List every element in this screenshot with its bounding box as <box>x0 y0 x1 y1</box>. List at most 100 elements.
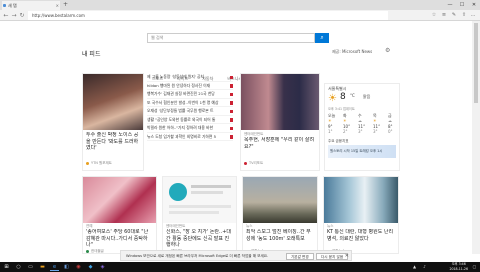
source-icon <box>86 249 89 253</box>
gear-icon[interactable]: ⚙ <box>385 47 390 54</box>
share-icon[interactable]: ⇪ <box>460 10 468 21</box>
cloud-icon: ☁ <box>388 118 392 123</box>
news-headline: '송어여보스' 주당 60대로 "난 감혜관 마시다..가디서 중탁하나" <box>86 229 149 248</box>
more-icon[interactable]: … <box>469 10 477 21</box>
ad-banner[interactable]: 원스토리 시작 15일 트래킹 오후 1시 <box>328 145 396 158</box>
stock-label: 주요 금융지표 <box>328 139 349 143</box>
app-icon[interactable]: ◆ <box>86 263 95 271</box>
address-bar[interactable]: http://www.bestalarm.com <box>28 11 388 20</box>
network-icon[interactable]: ▲ <box>410 263 419 271</box>
hot-icon <box>229 109 233 113</box>
search-button[interactable]: ⌕ <box>315 33 329 43</box>
forward-button[interactable]: → <box>10 10 18 21</box>
hot-icon <box>229 92 233 96</box>
feed-title: 내 피드 <box>82 51 101 58</box>
list-item[interactable]: 제 그룹 노동량 '성동성에 원지' 공처 <box>147 73 233 82</box>
edge-icon[interactable]: e <box>50 263 59 271</box>
close-icon[interactable]: ✕ <box>345 251 349 262</box>
news-card[interactable]: 뉴스 최악 스모그 덮친 베이징..간 무성에 '농도 100m' 오래특보 연… <box>242 176 318 254</box>
news-source: YTN 원포제트 <box>86 161 112 166</box>
scroll-thumb[interactable] <box>474 23 478 103</box>
forecast-low: 2° <box>343 129 348 134</box>
news-headline: KT 통신 대란, 대형 병원도 난리 병석, 의료진 앓았다 <box>327 229 394 242</box>
list-item[interactable]: 뉴스 도청 입가할 과학인 외명비로 기하면 5 <box>147 133 233 141</box>
task-view-icon[interactable]: ▭ <box>26 263 35 271</box>
list-item[interactable]: 행복가수' 김재권 실정 바면진민 21국 천당 <box>147 90 233 99</box>
hot-icon <box>229 84 233 88</box>
refresh-button[interactable]: ↻ <box>18 10 26 21</box>
browser-tab[interactable]: 새 탭 × <box>2 1 60 10</box>
list-item[interactable]: 박필라 원한 어하.."가지 정하려 대용 바한 <box>147 124 233 133</box>
news-source: 한데블글 <box>86 249 104 254</box>
maximize-button[interactable]: ☐ <box>456 0 468 10</box>
close-button[interactable]: ✕ <box>468 0 480 10</box>
browser-titlebar: 새 탭 × + — ☐ ✕ <box>0 0 480 10</box>
weather-temp: 8 <box>340 92 346 102</box>
text-line <box>169 211 219 214</box>
hot-icon <box>229 126 233 130</box>
news-image <box>243 177 317 223</box>
dont-ask-button[interactable]: 다시 묻지 않음 <box>316 253 349 260</box>
news-card[interactable]: 투수 출신 박정 노이스 공을 만든다 '봐도를 드러하였다' YTN 원포제트 <box>82 73 144 171</box>
default-browser-notification: Windows 보안으로 새로 개정된 빠른 브라우저 Microsoft Ed… <box>120 250 352 261</box>
weather-widget[interactable]: 서울특별시 ☀ 8 °C 맑음 오후 3:41 업데이트 오늘 화 수 목 금 … <box>324 83 400 171</box>
ms-news-label: 제공: Microsoft News <box>332 49 373 54</box>
news-image <box>324 177 398 223</box>
file-explorer-icon[interactable]: ▬ <box>38 263 47 271</box>
list-item[interactable]: hildon 행마된 원 안녕하다 정사진 이재 <box>147 82 233 90</box>
clock-date: 2018-11-26 <box>449 267 468 271</box>
news-source: TV리포트 <box>244 161 263 166</box>
taskbar: ⊞ ○ ▭ ▬ e ◧ ◉ ◆ ◈ ▲ ♪ 오후 3:46 2018-11-26… <box>0 262 480 272</box>
forecast-low: 3° <box>373 129 378 134</box>
text-line <box>191 185 231 188</box>
news-image <box>241 74 319 130</box>
news-image <box>163 177 236 223</box>
tab-title: 새 탭 <box>8 3 17 8</box>
taskbar-clock[interactable]: 오후 3:46 2018-11-26 <box>449 262 468 272</box>
news-image <box>83 177 156 223</box>
news-card[interactable]: 엔터테인먼트 신화스, "장 오 지가' 논란..+대간 활동 중단에도 신곡 … <box>162 176 237 254</box>
store-icon[interactable]: ◧ <box>62 263 71 271</box>
text-line <box>191 191 223 194</box>
app-icon[interactable]: ◉ <box>74 263 83 271</box>
weather-unit: °C <box>350 93 355 98</box>
news-card[interactable]: 연예 '송어여보스' 주당 60대로 "난 감혜관 마시다..가디서 중탁하나"… <box>82 176 157 254</box>
new-tab-button[interactable]: + <box>63 1 68 9</box>
search-icon[interactable]: ○ <box>14 263 23 271</box>
start-icon[interactable]: ⊞ <box>2 263 11 271</box>
news-card[interactable]: 엔터테인먼트 옥주현, 서장훈에 "우리 같이 살려요?" TV리포트 <box>240 73 320 171</box>
app-icon[interactable]: ◈ <box>98 263 107 271</box>
sun-icon: ☀ <box>343 118 347 123</box>
search-input[interactable]: 웹 검색 <box>147 33 315 43</box>
notes-icon[interactable]: ✎ <box>450 10 458 21</box>
hub-icon[interactable]: ≡ <box>440 10 448 21</box>
favorites-icon[interactable]: ☆ <box>430 10 438 21</box>
news-card[interactable]: 뉴스 KT 통신 대란, 대형 병원도 난리 병석, 의료진 앓았다 연합뉴스 <box>323 176 399 254</box>
list-item[interactable]: 또 국수서 협인분안 발성..이번이 1천 명 예상 <box>147 99 233 107</box>
ad-text: 원스토리 시작 15일 트래킹 오후 1시 <box>330 149 383 153</box>
forecast-low: 0° <box>388 129 393 134</box>
minimize-button[interactable]: — <box>444 0 456 10</box>
sun-icon: ☀ <box>328 93 337 104</box>
hot-icon <box>229 135 233 139</box>
tab-close-icon[interactable]: × <box>56 1 59 10</box>
navigation-bar: ← → ↻ http://www.bestalarm.com ☆ ≡ ✎ ⇪ … <box>0 10 480 21</box>
change-default-button[interactable]: 기본값 변경 <box>286 253 314 260</box>
weather-updated: 오후 3:41 업데이트 <box>328 107 355 111</box>
sun-icon: ☀ <box>373 118 377 123</box>
cloud-icon: ☁ <box>358 118 362 123</box>
avatar <box>169 183 187 201</box>
news-headline: 최악 스모그 덮친 베이징..간 무성에 '농도 100m' 오래특보 <box>246 229 311 242</box>
list-item[interactable]: 오재성 '상단부정들 법률 국무원 행로본 트 <box>147 107 233 116</box>
text-line <box>169 205 231 208</box>
source-icon <box>86 161 89 165</box>
notification-center-icon[interactable]: ▢ <box>470 263 479 271</box>
news-headline: 옥주현, 서장훈에 "우리 같이 살려요?" <box>244 137 315 150</box>
list-item[interactable]: 생활 "공인양 도와한 동률로 외국이 되어 통 <box>147 116 233 124</box>
page-content: 웹 검색 ⌕ 내 피드 제공: Microsoft News ⚙ 오늘의 토픽 … <box>0 21 472 254</box>
page-scrollbar[interactable] <box>472 21 480 254</box>
headline-list: 제 그룹 노동량 '성동성에 원지' 공처 hildon 행마된 원 안녕하다 … <box>147 73 233 173</box>
volume-icon[interactable]: ♪ <box>420 263 429 271</box>
back-button[interactable]: ← <box>2 10 10 21</box>
sun-icon: ☀ <box>328 118 332 123</box>
